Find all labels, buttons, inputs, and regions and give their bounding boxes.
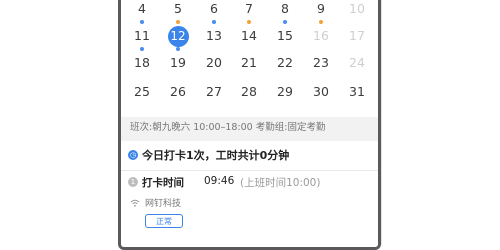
calendar-day[interactable]: 27 [196,81,232,103]
background-divider [381,0,382,245]
summary-text: 今日打卡1次，工时共计0分钟 [142,149,290,162]
calendar-day[interactable]: 6 [196,0,232,24]
calendar-day[interactable]: 22 [267,52,303,74]
calendar-day-number: 22 [277,55,293,70]
calendar-day[interactable]: 28 [231,81,267,103]
calendar-day-number: 23 [313,55,329,70]
calendar-grid: 4 5 6 7 8 9 10 11 12 13 14 15 16 17 18 19 20 21 22 23 24 25 26… [121,0,378,118]
calendar-day[interactable]: 25 [124,81,160,103]
attendance-dot [176,47,180,51]
calendar-day[interactable]: 19 [160,52,196,74]
calendar-day-number: 10 [349,1,365,16]
attendance-dot [140,20,144,24]
punch-location: 网钉科技 [145,199,182,209]
clock-icon: ◷ [128,150,138,160]
calendar-day-number: 5 [174,1,182,16]
calendar-day[interactable]: 21 [231,52,267,74]
attendance-dot [247,20,251,24]
punch-time: 09:46 [204,175,235,187]
calendar-day-number: 15 [277,28,293,43]
calendar-day-number: 31 [349,84,365,99]
attendance-dot [212,20,216,24]
wifi-icon [130,199,140,207]
calendar-day[interactable]: 24 [339,52,375,74]
calendar-day[interactable]: 23 [303,52,339,74]
calendar-day[interactable]: 18 [124,52,160,74]
calendar-day-number: 11 [134,28,150,43]
calendar-day[interactable]: 5 [160,0,196,24]
calendar-day-number: 14 [241,28,257,43]
calendar-day-number: 4 [138,1,146,16]
calendar-day-number: 8 [281,1,289,16]
calendar-day-number: 27 [206,84,222,99]
attendance-dot [176,20,180,24]
calendar-day[interactable]: 10 [339,0,375,20]
calendar-day[interactable]: 13 [196,25,232,47]
calendar-day-number: 26 [170,84,186,99]
calendar-week-row: 25 26 27 28 29 30 31 [121,81,378,103]
shift-info-bar: 班次:朝九晚六 10:00–18:00 考勤组:固定考勤 [121,117,378,141]
calendar-day[interactable]: 9 [303,0,339,24]
calendar-day-number: 7 [245,1,253,16]
punch-label: 打卡时间 [142,177,184,189]
step-icon: 1 [128,177,138,187]
calendar-day-number: 28 [241,84,257,99]
calendar-week-row: 11 12 13 14 15 16 17 [121,25,378,51]
calendar-day-number: 30 [313,84,329,99]
attendance-dot [283,20,287,24]
calendar-day-selected[interactable]: 12 [160,25,196,51]
calendar-day[interactable]: 26 [160,81,196,103]
calendar-day-number: 16 [313,28,329,43]
calendar-week-row: 4 5 6 7 8 9 10 [121,0,378,24]
calendar-day[interactable]: 11 [124,25,160,51]
calendar-day[interactable]: 31 [339,81,375,103]
calendar-day-number: 21 [241,55,257,70]
calendar-day[interactable]: 20 [196,52,232,74]
calendar-day-number: 20 [206,55,222,70]
calendar-day[interactable]: 30 [303,81,339,103]
calendar-day[interactable]: 17 [339,25,375,47]
calendar-day[interactable]: 14 [231,25,267,47]
calendar-day[interactable]: 29 [267,81,303,103]
punch-work-time: (上班时间10:00) [240,177,321,189]
shift-info-text: 班次:朝九晚六 10:00–18:00 考勤组:固定考勤 [130,122,326,133]
attendance-dot [319,20,323,24]
status-text: 正常 [156,217,172,226]
calendar-day[interactable]: 15 [267,25,303,47]
calendar-day-number: 6 [210,1,218,16]
calendar-day-number: 18 [134,55,150,70]
calendar-day-number: 29 [277,84,293,99]
calendar-day-number: 17 [349,28,365,43]
calendar-day-number: 12 [167,26,189,47]
calendar-day-number: 25 [134,84,150,99]
calendar-day[interactable]: 8 [267,0,303,24]
calendar-day-number: 19 [170,55,186,70]
calendar-day[interactable]: 7 [231,0,267,24]
calendar-day-number: 9 [317,1,325,16]
calendar-day[interactable]: 4 [124,0,160,24]
phone-frame: 4 5 6 7 8 9 10 11 12 13 14 15 16 17 18 19 20 21 22 23 24 25 26… [118,0,381,250]
calendar-day[interactable]: 16 [303,25,339,47]
status-badge: 正常 [145,214,183,228]
calendar-week-row: 18 19 20 21 22 23 24 [121,52,378,74]
daily-summary: ◷ 今日打卡1次，工时共计0分钟 [121,142,378,171]
attendance-dot [140,47,144,51]
punch-record[interactable]: 1 打卡时间 09:46 (上班时间10:00) 网钉科技 正常 [121,172,378,247]
calendar-day-number: 13 [206,28,222,43]
calendar-day-number: 24 [349,55,365,70]
